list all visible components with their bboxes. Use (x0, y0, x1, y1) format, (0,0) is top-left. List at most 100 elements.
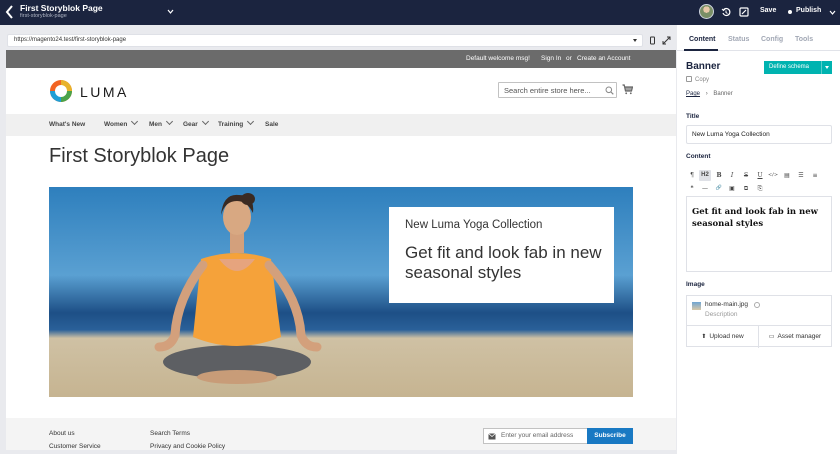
preview-url-text: https://magento24.test/first-storyblok-p… (14, 37, 127, 43)
story-title-block: First Storyblok Page first-storyblok-pag… (20, 3, 103, 20)
tab-content[interactable]: Content (689, 36, 715, 43)
nav-gear[interactable]: Gear (183, 117, 209, 128)
code-button[interactable]: </> (767, 170, 779, 181)
italic-button[interactable]: I (726, 170, 738, 181)
define-schema-label: Define schema (769, 64, 810, 70)
title-field-value: New Luma Yoga Collection (692, 131, 770, 138)
component-button[interactable]: ⧉ (740, 183, 752, 194)
publish-button[interactable]: Publish (796, 7, 821, 14)
settings-icon[interactable] (754, 302, 760, 308)
image-field-label: Image (686, 281, 705, 288)
link-button[interactable]: 🔗 (713, 183, 725, 194)
ordered-list-button[interactable]: ≡ (809, 170, 821, 181)
title-field[interactable]: New Luma Yoga Collection (686, 125, 832, 144)
welcome-message: Default welcome msg! (466, 55, 530, 62)
hero-banner[interactable]: New Luma Yoga Collection Get fit and loo… (49, 187, 633, 397)
story-slug: first-storyblok-page (20, 13, 67, 19)
bullet-list-button[interactable]: ☰ (795, 170, 807, 181)
tab-tools[interactable]: Tools (795, 36, 813, 43)
button-separator (821, 61, 822, 74)
history-icon[interactable] (721, 7, 731, 17)
nav-women[interactable]: Women (104, 117, 139, 128)
image-button[interactable]: ▣ (726, 183, 738, 194)
copy-button[interactable]: Copy (686, 76, 709, 83)
publish-status-dot (788, 10, 792, 14)
upload-icon: ⬆ (701, 334, 707, 340)
store-header: LUMA Search entire store here... (6, 68, 676, 114)
store-nav: What's New Women Men Gear Training Sale (6, 114, 676, 136)
publish-menu-chevron-icon[interactable] (829, 9, 836, 16)
paragraph-button[interactable]: ¶ (686, 170, 698, 181)
search-icon[interactable] (605, 86, 614, 95)
image-actions: ⬆ Upload new ▭ Asset manager (687, 325, 831, 348)
copy-label: Copy (695, 77, 710, 83)
store-panel-bar: Default welcome msg! Sign In or Create a… (6, 50, 676, 68)
chevron-right-icon: › (705, 91, 708, 97)
save-button[interactable]: Save (760, 7, 776, 14)
heading2-button[interactable]: H2 (699, 170, 711, 181)
footer-link-search-terms[interactable]: Search Terms (150, 430, 190, 437)
preview-url-input[interactable]: https://magento24.test/first-storyblok-p… (7, 34, 643, 47)
chevron-down-icon (201, 117, 209, 126)
tab-status[interactable]: Status (728, 36, 749, 43)
luma-logo-icon[interactable] (49, 79, 73, 103)
story-title: First Storyblok Page (20, 3, 103, 13)
breadcrumb-page[interactable]: Page (686, 91, 700, 97)
upload-new-label: Upload new (709, 333, 744, 340)
url-dropdown-caret-icon[interactable] (633, 39, 637, 42)
edit-icon[interactable] (739, 7, 749, 17)
cart-icon[interactable] (622, 84, 633, 95)
nav-whats-new[interactable]: What's New (49, 121, 85, 128)
tab-config[interactable]: Config (761, 36, 783, 43)
or-text: or (566, 55, 572, 62)
content-richtext-editor[interactable]: Get fit and look fab in new seasonal sty… (686, 196, 832, 272)
richtext-toolbar: ¶ H2 B I S U </> ▤ ☰ ≡ ❝ — 🔗 ▣ ⧉ ⎘ (686, 168, 832, 194)
luma-logo-text[interactable]: LUMA (80, 84, 129, 100)
expand-icon[interactable] (662, 36, 671, 45)
back-arrow-icon[interactable] (4, 4, 16, 20)
store-search-input[interactable]: Search entire store here... (498, 82, 617, 98)
nav-men[interactable]: Men (149, 117, 174, 128)
image-filename: home-main.jpg (705, 301, 748, 308)
strike-button[interactable]: S (740, 170, 752, 181)
copy-icon (686, 76, 692, 82)
bold-button[interactable]: B (713, 170, 725, 181)
horizontal-rule-button[interactable]: — (699, 183, 711, 194)
footer-link-about[interactable]: About us (49, 430, 75, 437)
nav-sale[interactable]: Sale (265, 121, 278, 128)
quote-button[interactable]: ❝ (686, 183, 698, 194)
image-field: home-main.jpg Description ⬆ Upload new ▭ A… (686, 295, 832, 348)
subscribe-button[interactable]: Subscribe (587, 428, 633, 444)
codeblock-button[interactable]: ▤ (781, 170, 793, 181)
create-account-link[interactable]: Create an Account (577, 55, 630, 62)
footer-link-privacy[interactable]: Privacy and Cookie Policy (150, 443, 225, 450)
editor-topbar: First Storyblok Page first-storyblok-pag… (0, 0, 840, 25)
asset-manager-button[interactable]: ▭ Asset manager (759, 326, 831, 348)
image-thumbnail[interactable] (692, 302, 701, 310)
sidebar-tabs: Content Status Config Tools (677, 25, 840, 51)
breadcrumb-banner: Banner (713, 91, 733, 97)
newsletter-placeholder: Enter your email address (501, 432, 574, 439)
store-footer: About us Customer Service Search Terms P… (6, 418, 676, 450)
chevron-down-icon (247, 117, 255, 126)
footer-link-customer-service[interactable]: Customer Service (49, 443, 101, 450)
chevron-down-icon[interactable] (167, 8, 174, 15)
underline-button[interactable]: U (754, 170, 766, 181)
define-schema-button[interactable]: Define schema (764, 61, 832, 74)
chevron-down-icon (131, 117, 139, 126)
sign-in-link[interactable]: Sign In (541, 55, 561, 62)
upload-new-button[interactable]: ⬆ Upload new (687, 326, 759, 348)
paste-button[interactable]: ⎘ (754, 183, 766, 194)
active-tab-indicator (684, 49, 718, 51)
site-preview: Default welcome msg! Sign In or Create a… (6, 50, 676, 450)
newsletter-email-input[interactable]: Enter your email address (483, 428, 588, 444)
nav-training[interactable]: Training (218, 117, 255, 128)
hero-kicker: New Luma Yoga Collection (405, 219, 543, 231)
mobile-view-icon[interactable] (648, 36, 657, 45)
chevron-down-icon[interactable] (825, 66, 829, 69)
chevron-down-icon (165, 117, 174, 126)
search-placeholder: Search entire store here... (504, 86, 591, 95)
asset-manager-label: Asset manager (777, 333, 822, 340)
user-avatar[interactable] (699, 4, 714, 19)
image-description[interactable]: Description (705, 311, 738, 318)
